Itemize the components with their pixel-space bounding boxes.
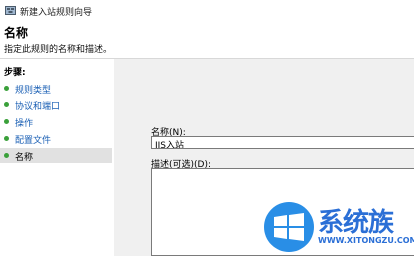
windows-logo-icon	[274, 213, 304, 241]
page-subtitle: 指定此规则的名称和描述。	[4, 45, 113, 55]
watermark-url: WWW.XITONGZU.COM	[318, 236, 414, 245]
step-protocol-ports[interactable]: 协议和端口	[0, 97, 112, 112]
step-label: 协议和端口	[15, 102, 61, 112]
step-label: 规则类型	[15, 86, 52, 96]
name-input[interactable]: IIS入站	[151, 136, 414, 149]
steps-pane: 步骤: 规则类型 协议和端口 操作 配置文件 名称	[0, 59, 114, 256]
steps-header: 步骤:	[4, 68, 26, 78]
watermark-logo-text: 系统族	[318, 208, 394, 238]
window-title: 新建入站规则向导	[20, 8, 93, 18]
step-label: 操作	[15, 119, 34, 129]
step-profile[interactable]: 配置文件	[0, 131, 112, 146]
watermark: 系统族 WWW.XITONGZU.COM	[262, 200, 414, 256]
page-title: 名称	[4, 26, 29, 40]
title-bar: 新建入站规则向导	[0, 0, 414, 22]
step-rule-type[interactable]: 规则类型	[0, 81, 112, 96]
step-bullet-icon	[4, 86, 9, 91]
step-label: 配置文件	[15, 136, 52, 146]
firewall-wizard-icon	[5, 6, 16, 15]
step-action[interactable]: 操作	[0, 114, 112, 129]
step-bullet-icon	[4, 153, 9, 158]
step-bullet-icon	[4, 136, 9, 141]
step-bullet-icon	[4, 119, 9, 124]
step-name[interactable]: 名称	[0, 148, 112, 163]
step-label: 名称	[15, 153, 34, 163]
step-bullet-icon	[4, 102, 9, 107]
